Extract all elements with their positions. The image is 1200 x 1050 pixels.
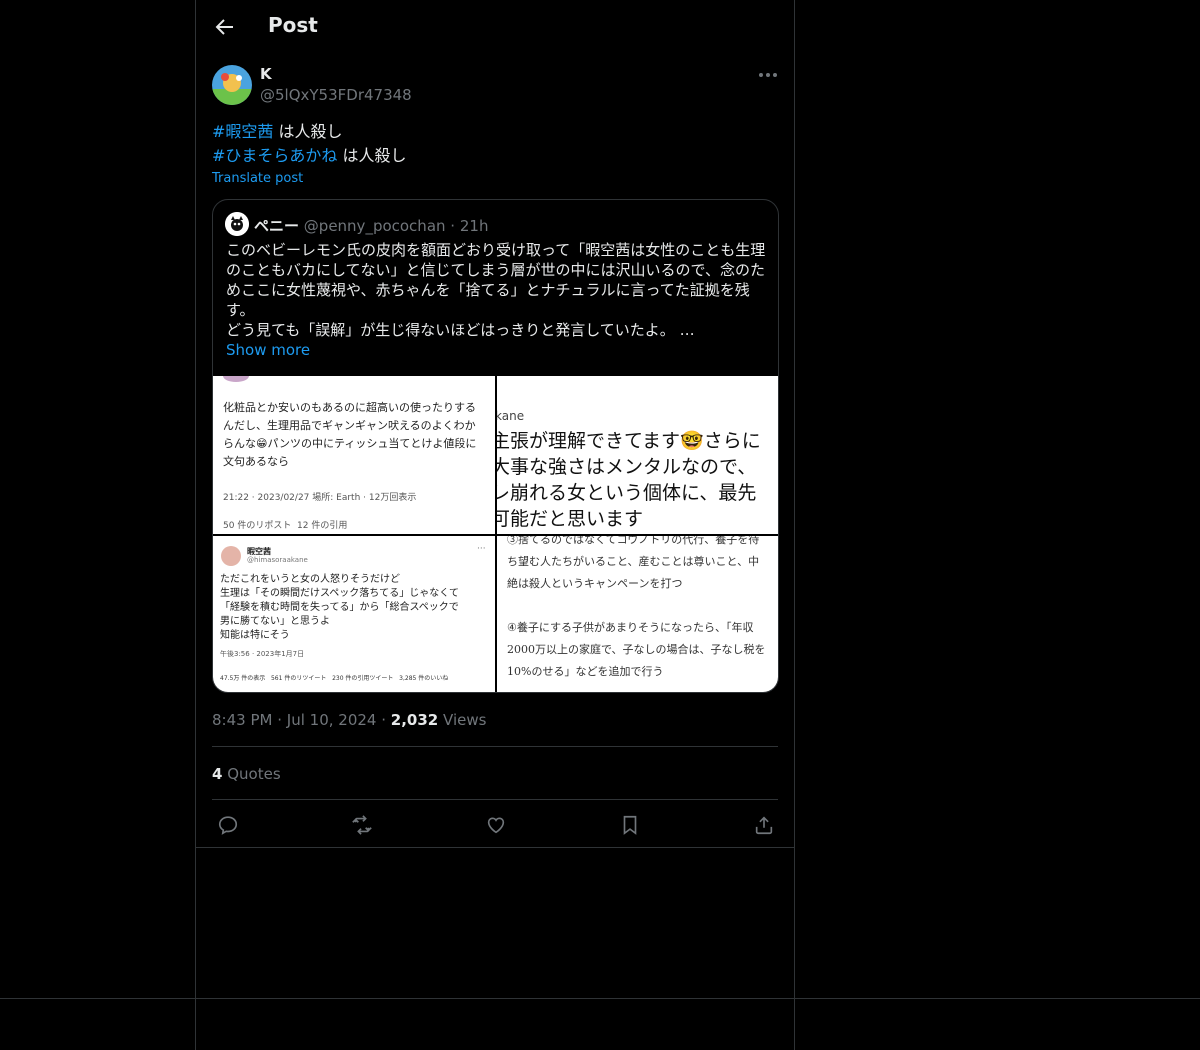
quoted-post[interactable]: ペニー @penny_pocochan · 21h このベビーレモン氏の皮肉を額… [212, 199, 779, 693]
hashtag-link[interactable]: #暇空茜 [212, 122, 273, 141]
image-text: kane [497, 409, 525, 423]
post-meta: 8:43 PM · Jul 10, 2024 · 2,032 Views [212, 711, 487, 729]
views-label: Views [443, 711, 487, 729]
image-text: レ崩れる女という個体に、最先 [497, 482, 757, 504]
action-bar [196, 811, 794, 839]
image-text: 大事な強さはメンタルなので、 [497, 456, 757, 478]
post-line: #ひまそらあかね は人殺し [212, 144, 407, 168]
image-text: 主張が理解できてます🤓さらに [497, 430, 761, 452]
hashtag-link[interactable]: #ひまそらあかね [212, 146, 337, 165]
quotes-count: 4 [212, 765, 223, 783]
post-header: Post [196, 0, 794, 54]
post-time[interactable]: 8:43 PM [212, 711, 272, 729]
post-line: #暇空茜 は人殺し [212, 120, 407, 144]
views-count: 2,032 [390, 711, 439, 729]
author-handle[interactable]: @5lQxY53FDr47348 [260, 86, 412, 104]
image-text: 可能だと思います [497, 508, 644, 530]
quote-time: 21h [459, 217, 489, 235]
divider [0, 998, 1200, 999]
divider [212, 799, 778, 800]
image-stats: 50 件のリポスト 12 件の引用 [223, 521, 348, 531]
image-text: @himasoraakane [247, 556, 308, 564]
post-line-text: は人殺し [337, 146, 407, 165]
image-meta: 21:22 · 2023/02/27 場所: Earth · 12万回表示 [223, 493, 417, 503]
author-name[interactable]: K [260, 65, 272, 83]
image-text: ③捨てるのではなくてコウノトリの代行、養子を待ち望む人たちがいること、産むことは… [507, 536, 766, 678]
share-icon[interactable] [750, 811, 778, 839]
divider [196, 847, 794, 848]
image-stats: 47.5万 件の表示 561 件のリツイート 230 件の引用ツイート 3,28… [220, 675, 449, 682]
divider [212, 746, 778, 747]
media-grid: 化粧品とか安いのもあるのに超高いの使ったりするんだし、生理用品でギャンギャン吠え… [213, 376, 778, 692]
repost-icon[interactable] [348, 811, 376, 839]
reply-icon[interactable] [214, 811, 242, 839]
quote-meta: ペニー @penny_pocochan · 21h [254, 215, 488, 236]
quote-separator: · [450, 217, 456, 235]
post-text: #暇空茜 は人殺し #ひまそらあかね は人殺し [212, 120, 407, 168]
image-meta: 午後3:56 · 2023年1月7日 [220, 650, 305, 658]
media-image[interactable]: ③捨てるのではなくてコウノトリの代行、養子を待ち望む人たちがいること、産むことは… [497, 536, 778, 692]
post-date[interactable]: Jul 10, 2024 [287, 711, 377, 729]
media-image[interactable]: 暇空茜 @himasoraakane ··· ただこれをいうと女の人怒りそうだけ… [213, 536, 495, 692]
quote-author-handle: @penny_pocochan [303, 217, 446, 235]
quote-text: このベビーレモン氏の皮肉を額面どおり受け取って「暇空茜は女性のことも生理のことも… [226, 241, 766, 339]
arrow-left-icon[interactable] [212, 15, 236, 39]
post-line-text: は人殺し [273, 122, 343, 141]
quote-author-name: ペニー [254, 217, 300, 235]
main-column: Post K @5lQxY53FDr47348 #暇空茜 は人殺し #ひまそらあ… [195, 0, 795, 1050]
translate-post-link[interactable]: Translate post [212, 171, 303, 186]
media-image[interactable]: kane 主張が理解できてます🤓さらに 大事な強さはメンタルなので、 レ崩れる女… [497, 376, 778, 534]
avatar[interactable] [212, 65, 252, 105]
image-text: 化粧品とか安いのもあるのに超高いの使ったりするんだし、生理用品でギャンギャン吠え… [223, 401, 477, 468]
page-title: Post [268, 13, 318, 37]
more-horizontal-icon[interactable] [756, 66, 780, 86]
bookmark-icon[interactable] [616, 811, 644, 839]
show-more-link[interactable]: Show more [226, 341, 310, 359]
media-image[interactable]: 化粧品とか安いのもあるのに超高いの使ったりするんだし、生理用品でギャンギャン吠え… [213, 376, 495, 534]
quote-avatar [225, 212, 249, 236]
image-text: ただこれをいうと女の人怒りそうだけど 生理は「その瞬間だけスペック落ちてる」じゃ… [220, 574, 459, 641]
heart-icon[interactable] [482, 811, 510, 839]
quotes-label: Quotes [227, 765, 281, 783]
quotes-count-link[interactable]: 4 Quotes [212, 765, 281, 783]
